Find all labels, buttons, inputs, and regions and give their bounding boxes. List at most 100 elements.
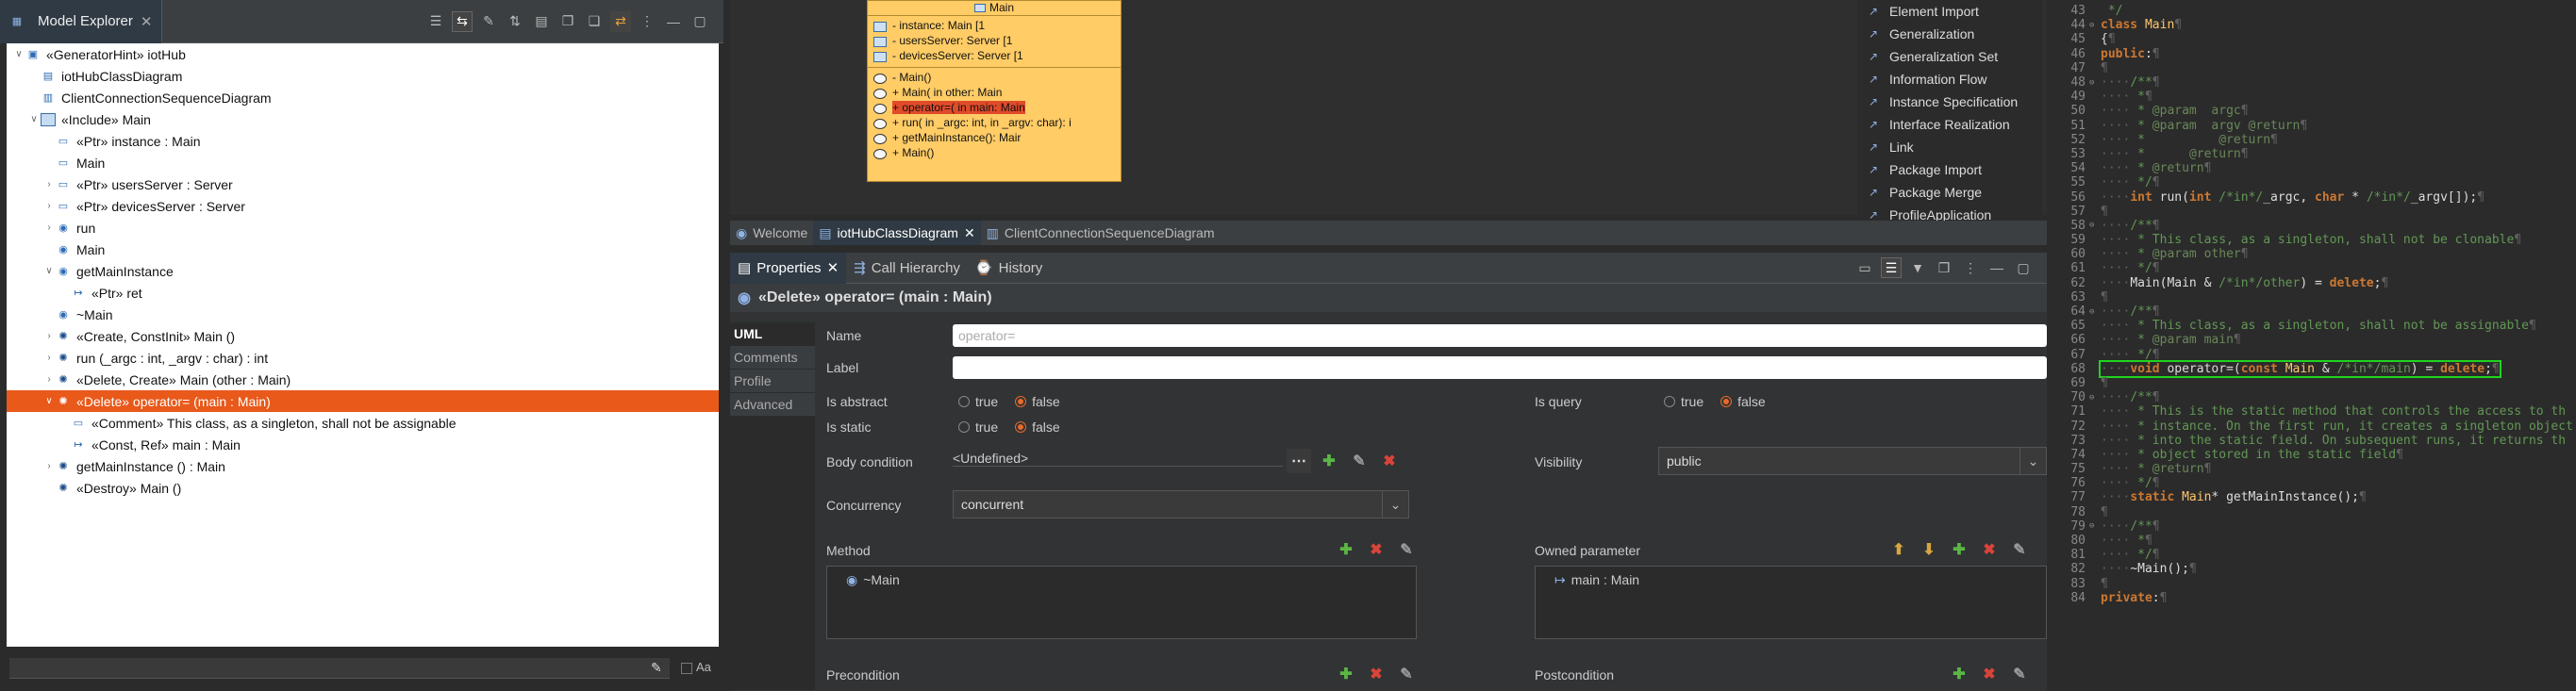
add-postcondition-button[interactable]: ✚ — [1947, 662, 1971, 686]
is-static-false[interactable]: false — [1015, 420, 1060, 435]
fold-icon[interactable]: ⊖ — [2089, 393, 2101, 403]
tree-item[interactable]: ∨ ✺ «Delete» operator= (main : Main) — [7, 390, 719, 412]
expand-toggle-icon[interactable]: › — [42, 353, 56, 363]
palette-item[interactable]: ↗ Information Flow — [1857, 68, 2042, 90]
tree-item[interactable]: ▭ Main — [7, 152, 719, 173]
close-icon[interactable]: ✕ — [141, 13, 153, 30]
tree-item[interactable]: › ✺ getMainInstance () : Main — [7, 455, 719, 477]
uml-attribute[interactable]: - devicesServer: Server [1 — [868, 49, 1121, 64]
tree-item[interactable]: ✺ «Destroy» Main () — [7, 477, 719, 499]
tree-item[interactable]: › ▭ «Ptr» devicesServer : Server — [7, 195, 719, 217]
expand-toggle-icon[interactable]: ∨ — [42, 396, 56, 406]
remove-precondition-button[interactable]: ✖ — [1364, 662, 1388, 686]
clear-filter-icon[interactable]: ✎ — [651, 660, 662, 676]
expand-toggle-icon[interactable]: ∨ — [42, 266, 56, 276]
visibility-select[interactable]: public ⌄ — [1658, 447, 2047, 475]
tree-item[interactable]: ↦ «Ptr» ret — [7, 282, 719, 304]
tab-iothub-class-diagram[interactable]: ▤ iotHubClassDiagram ✕ — [813, 221, 981, 245]
uml-operation[interactable]: + operator=( in main: Main — [868, 101, 1121, 116]
is-query-true[interactable]: true — [1664, 394, 1703, 409]
edit-parameter-button[interactable]: ✎ — [2007, 537, 2032, 562]
palette-item[interactable]: ↗ Package Import — [1857, 158, 2042, 181]
view-menu-icon[interactable]: ⋮ — [1960, 257, 1981, 278]
uml-attribute[interactable]: - instance: Main [1 — [868, 19, 1121, 34]
fold-icon[interactable]: ⊖ — [2089, 307, 2101, 317]
palette-item[interactable]: ↗ Interface Realization — [1857, 113, 2042, 136]
uml-operation[interactable]: + Main() — [868, 146, 1121, 161]
remove-parameter-button[interactable]: ✖ — [1977, 537, 2002, 562]
match-case-toggle[interactable]: Aa — [681, 660, 711, 674]
tab-advanced[interactable]: Advanced — [730, 393, 815, 416]
move-down-button[interactable]: ⬇ — [1917, 537, 1941, 562]
expand-toggle-icon[interactable]: › — [42, 179, 56, 189]
palette-item[interactable]: ↗ Instance Specification — [1857, 90, 2042, 113]
is-abstract-true[interactable]: true — [958, 394, 998, 409]
tree-item[interactable]: › ✺ run (_argc : int, _argv : char) : int — [7, 347, 719, 369]
parameter-item[interactable]: ↦ main : Main — [1536, 567, 2046, 594]
tree-item[interactable]: ∨ «Include» Main — [7, 108, 719, 130]
link-with-editor-icon[interactable]: ⇆ — [452, 10, 473, 32]
is-static-true[interactable]: true — [958, 420, 998, 435]
tab-history[interactable]: ⌚ History — [968, 253, 1050, 284]
expand-toggle-icon[interactable]: ∨ — [12, 49, 25, 59]
edit-button[interactable]: ✎ — [1347, 449, 1371, 473]
minimize-icon[interactable]: — — [663, 11, 684, 32]
remove-postcondition-button[interactable]: ✖ — [1977, 662, 2002, 686]
tree-item[interactable]: ◉ ~Main — [7, 304, 719, 325]
uml-class-main[interactable]: Main - instance: Main [1- usersServer: S… — [867, 0, 1122, 182]
tab-client-connection-diagram[interactable]: ▥ ClientConnectionSequenceDiagram — [981, 221, 1221, 245]
tree-item[interactable]: ∨ ◉ getMainInstance — [7, 260, 719, 282]
fold-icon[interactable]: ⊖ — [2089, 78, 2101, 88]
tree-item[interactable]: ▭ «Comment» This class, as a singleton, s… — [7, 412, 719, 434]
fold-icon[interactable]: ⊖ — [2089, 21, 2101, 30]
maximize-icon[interactable]: ▢ — [690, 11, 710, 32]
filter-icon[interactable]: ▼ — [1907, 257, 1928, 278]
tree-item[interactable]: ↦ «Const, Ref» main : Main — [7, 434, 719, 455]
browse-button[interactable]: ⋯ — [1287, 449, 1311, 473]
tree-item[interactable]: › ▭ «Ptr» usersServer : Server — [7, 173, 719, 195]
tab-comments[interactable]: Comments — [730, 346, 815, 369]
expand-toggle-icon[interactable]: ∨ — [27, 114, 41, 124]
expand-toggle-icon[interactable]: › — [42, 374, 56, 385]
expand-toggle-icon[interactable]: › — [42, 331, 56, 341]
palette-item[interactable]: ↗ Generalization — [1857, 23, 2042, 45]
tab-profile[interactable]: Profile — [730, 370, 815, 392]
tree-item[interactable]: › ✺ «Delete, Create» Main (other : Main) — [7, 369, 719, 390]
add-method-button[interactable]: ✚ — [1334, 537, 1358, 562]
new-diagram-icon[interactable]: ▤ — [531, 11, 552, 32]
expand-toggle-icon[interactable]: › — [42, 201, 56, 211]
expand-toggle-icon[interactable]: › — [42, 461, 56, 471]
uml-attribute[interactable]: - usersServer: Server [1 — [868, 34, 1121, 49]
maximize-icon[interactable]: ▢ — [2013, 257, 2034, 278]
uml-operation[interactable]: - Main() — [868, 71, 1121, 86]
show-categories-icon[interactable]: ☰ — [1881, 257, 1902, 278]
tab-welcome[interactable]: ◉ Welcome — [730, 221, 813, 245]
palette-item[interactable]: ↗ Package Merge — [1857, 181, 2042, 204]
tree-item[interactable]: ▥ ClientConnectionSequenceDiagram — [7, 87, 719, 108]
fold-icon[interactable]: ⊖ — [2089, 521, 2101, 531]
tree-item[interactable]: › ✺ «Create, ConstInit» Main () — [7, 325, 719, 347]
paste-icon[interactable]: ❏ — [584, 11, 605, 32]
pin-icon[interactable]: ▭ — [1854, 257, 1875, 278]
palette-item[interactable]: ↗ Element Import — [1857, 0, 2042, 23]
view-menu-icon[interactable]: ⋮ — [637, 11, 657, 32]
add-button[interactable]: ✚ — [1317, 449, 1341, 473]
method-item[interactable]: ◉ ~Main — [827, 567, 1416, 594]
uml-operation[interactable]: + Main( in other: Main — [868, 86, 1121, 101]
palette-item[interactable]: ↗ Link — [1857, 136, 2042, 158]
uml-operation[interactable]: + getMainInstance(): Mair — [868, 131, 1121, 146]
label-field[interactable] — [953, 356, 2047, 379]
collapse-all-icon[interactable]: ☰ — [425, 11, 446, 32]
is-abstract-false[interactable]: false — [1015, 394, 1060, 409]
diagram-canvas[interactable]: Main - instance: Main [1- usersServer: S… — [730, 0, 2047, 222]
filter-input[interactable] — [9, 658, 670, 679]
close-icon[interactable]: ✕ — [827, 259, 839, 276]
tree-item[interactable]: ∨ ▣ «GeneratorHint» iotHub — [7, 43, 719, 65]
edit-precondition-button[interactable]: ✎ — [1394, 662, 1419, 686]
is-query-false[interactable]: false — [1720, 394, 1766, 409]
uml-operation[interactable]: + run( in _argc: int, in _argv: char): i — [868, 116, 1121, 131]
edit-postcondition-button[interactable]: ✎ — [2007, 662, 2032, 686]
tab-model-explorer[interactable]: ▦ Model Explorer ✕ — [0, 0, 163, 43]
tree-item[interactable]: › ◉ run — [7, 217, 719, 239]
add-precondition-button[interactable]: ✚ — [1334, 662, 1358, 686]
